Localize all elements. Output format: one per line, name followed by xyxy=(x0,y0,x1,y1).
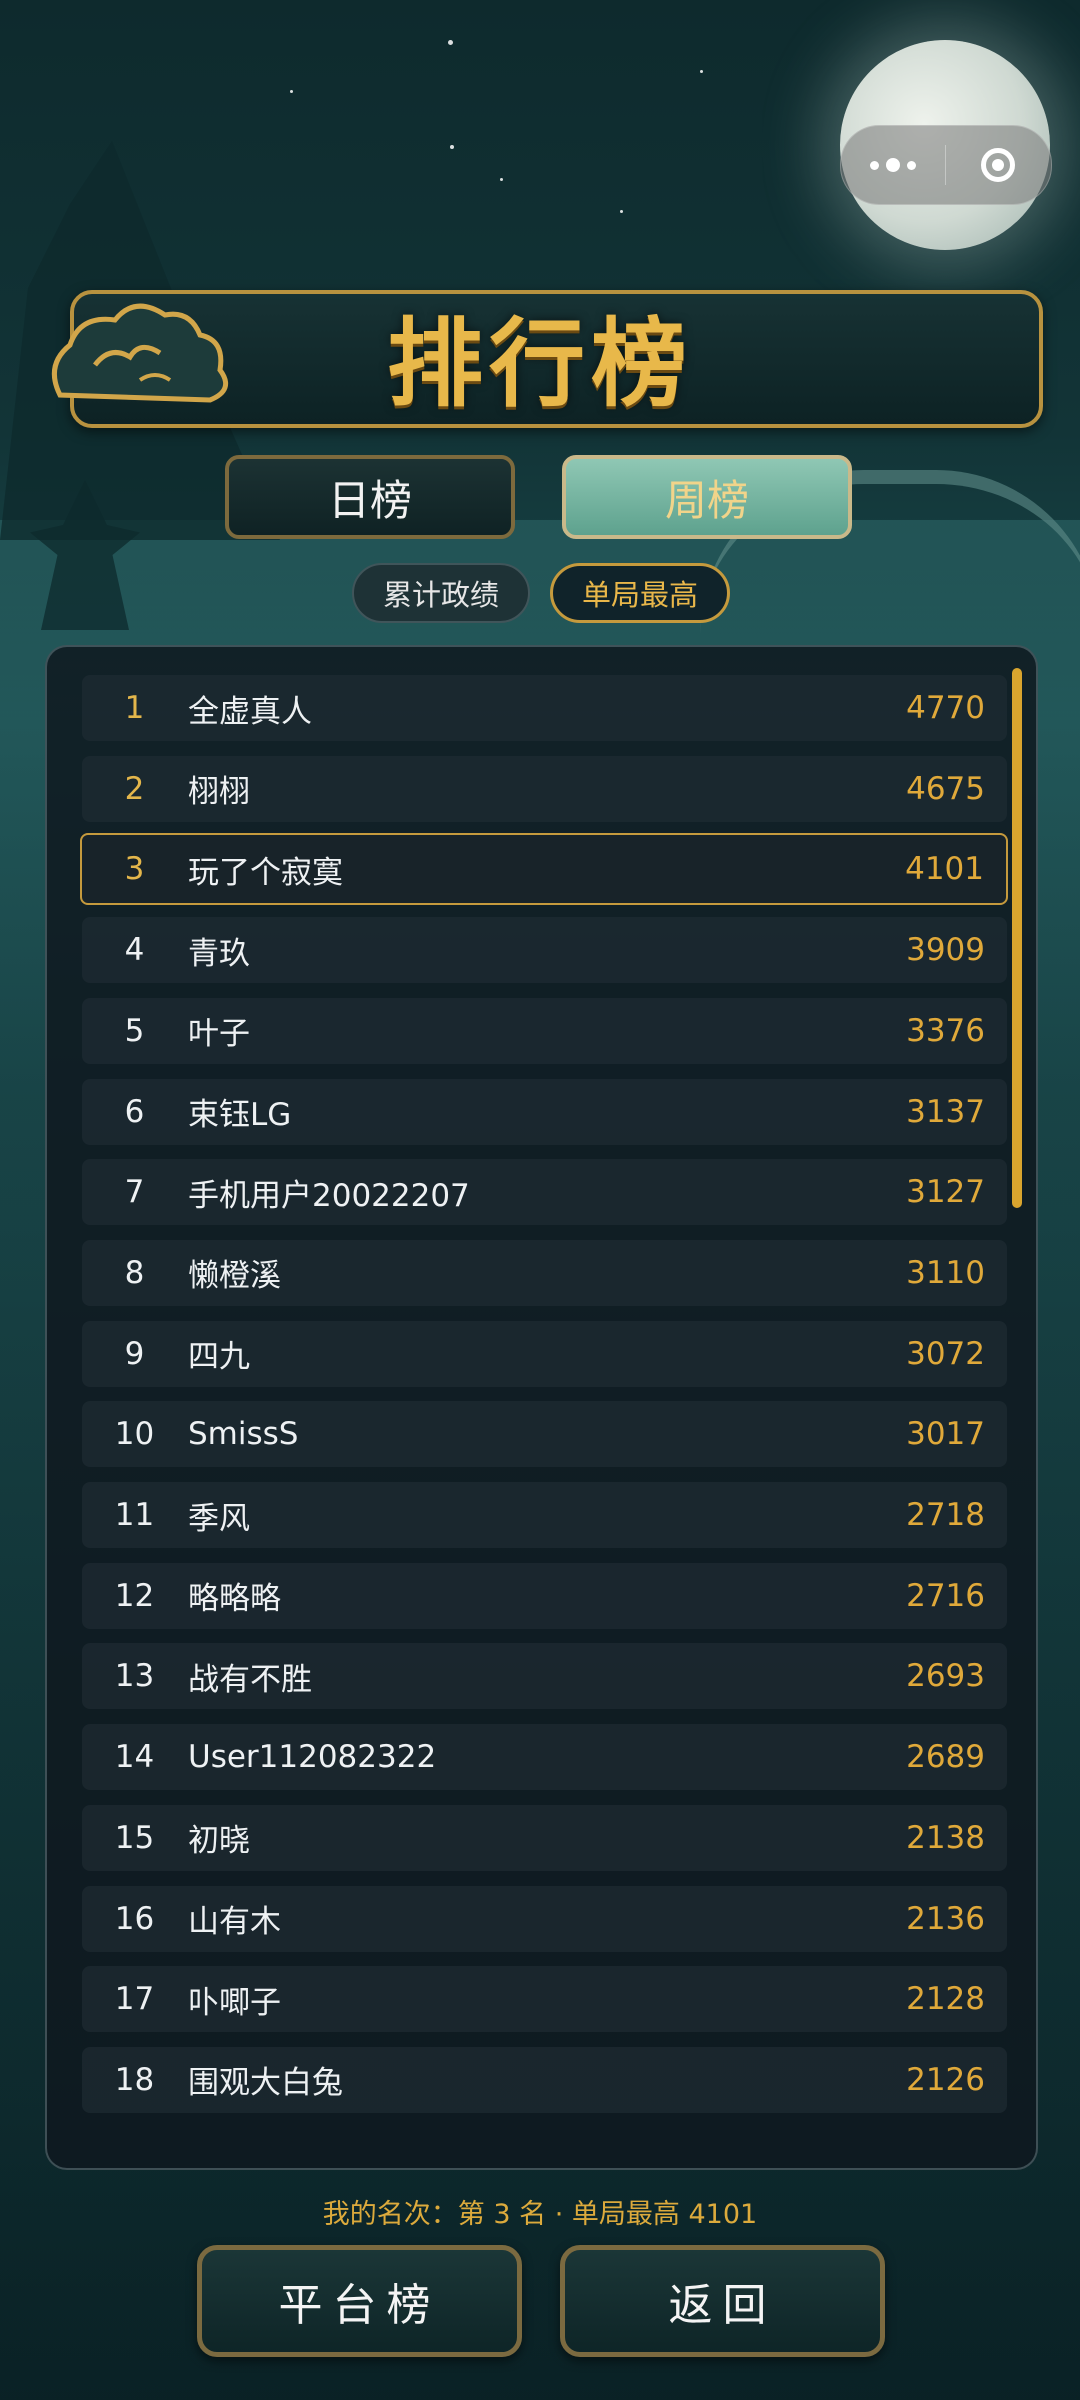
player-name: 懒橙溪 xyxy=(188,1258,281,1295)
player-name: 手机用户20022207 xyxy=(188,1177,470,1214)
player-score: 2718 xyxy=(906,1497,985,1533)
rank-number: 8 xyxy=(124,1254,145,1291)
player-score: 3072 xyxy=(906,1335,985,1372)
player-score: 4101 xyxy=(905,851,984,888)
filter-single-best[interactable]: 单局最高 xyxy=(550,563,730,623)
leaderboard-row[interactable]: 2 栩栩 4675 xyxy=(82,755,1007,822)
player-name: 栩栩 xyxy=(188,774,250,811)
rank-number: 7 xyxy=(124,1174,145,1211)
player-score: 2689 xyxy=(906,1739,985,1776)
leaderboard-row[interactable]: 18 围观大白兔 2126 xyxy=(82,2046,1007,2113)
tab-week[interactable]: 周榜 xyxy=(562,455,852,539)
more-dots-icon[interactable] xyxy=(841,158,945,172)
player-name: 玩了个寂寞 xyxy=(188,854,343,891)
player-name: 略略略 xyxy=(188,1581,281,1618)
player-name: 卟唧子 xyxy=(188,1984,281,2021)
leaderboard-row[interactable]: 14 User112082322 2689 xyxy=(82,1724,1007,1791)
player-name: 山有木 xyxy=(188,1904,281,1940)
leaderboard-row[interactable]: 5 叶子 3376 xyxy=(82,997,1007,1064)
leaderboard-row[interactable]: 13 战有不胜 2693 xyxy=(82,1643,1007,1710)
player-score: 2128 xyxy=(906,1981,985,2018)
leaderboard-row[interactable]: 12 略略略 2716 xyxy=(82,1562,1007,1629)
rank-number: 3 xyxy=(124,851,145,888)
rank-number: 9 xyxy=(124,1335,145,1372)
star xyxy=(448,40,453,45)
leaderboard-row[interactable]: 15 初晓 2138 xyxy=(82,1804,1007,1871)
rank-number: 17 xyxy=(114,1981,155,2018)
rank-number: 15 xyxy=(114,1819,155,1856)
rank-number: 18 xyxy=(114,2061,155,2098)
player-name: 叶子 xyxy=(188,1016,250,1053)
scrollbar[interactable] xyxy=(1012,668,1022,1208)
player-score: 2693 xyxy=(906,1658,985,1695)
player-score: 2136 xyxy=(906,1900,985,1937)
player-name: SmissS xyxy=(188,1416,299,1453)
player-score: 3909 xyxy=(906,932,985,969)
star xyxy=(620,210,623,213)
rank-number: 5 xyxy=(124,1012,145,1049)
leaderboard-row[interactable]: 3 玩了个寂寞 4101 xyxy=(80,833,1008,906)
player-name: 季风 xyxy=(188,1500,250,1537)
platform-leaderboard-button[interactable]: 平台榜 xyxy=(197,2245,522,2357)
leaderboard-row[interactable]: 1 全虚真人 4770 xyxy=(82,675,1007,741)
player-score: 2126 xyxy=(906,2061,985,2098)
player-name: 束钰LG xyxy=(188,1097,292,1133)
rank-number: 6 xyxy=(124,1093,145,1130)
player-name: 青玖 xyxy=(188,935,250,972)
filter-total-achievement[interactable]: 累计政绩 xyxy=(352,563,530,623)
target-icon[interactable] xyxy=(946,148,1050,182)
player-score: 3376 xyxy=(906,1012,985,1049)
player-score: 4675 xyxy=(906,770,985,807)
leaderboard-row[interactable]: 4 青玖 3909 xyxy=(82,917,1007,984)
rank-number: 10 xyxy=(114,1416,155,1453)
rank-number: 14 xyxy=(114,1739,155,1776)
leaderboard-row[interactable]: 8 懒橙溪 3110 xyxy=(82,1239,1007,1306)
rank-number: 12 xyxy=(114,1577,155,1614)
page-title: 排行榜 xyxy=(387,306,693,420)
miniprogram-capsule xyxy=(840,125,1052,205)
leaderboard-row[interactable]: 10 SmissS 3017 xyxy=(82,1401,1007,1468)
rank-number: 13 xyxy=(114,1658,155,1695)
star xyxy=(700,70,703,73)
my-rank-summary: 我的名次：第 3 名 · 单局最高 4101 xyxy=(322,2199,758,2230)
leaderboard-row[interactable]: 16 山有木 2136 xyxy=(82,1885,1007,1952)
leaderboard-row[interactable]: 9 四九 3072 xyxy=(82,1320,1007,1387)
player-name: User112082322 xyxy=(188,1739,437,1776)
back-button[interactable]: 返回 xyxy=(560,2245,885,2357)
player-score: 3110 xyxy=(906,1254,985,1291)
player-score: 2138 xyxy=(906,1819,985,1856)
rank-number: 2 xyxy=(124,770,145,807)
player-name: 围观大白兔 xyxy=(188,2065,343,2102)
star xyxy=(500,178,503,181)
rank-number: 11 xyxy=(114,1497,155,1533)
rank-number: 16 xyxy=(114,1900,155,1937)
player-name: 战有不胜 xyxy=(188,1661,312,1698)
star xyxy=(290,90,293,93)
star xyxy=(450,145,454,149)
player-score: 2716 xyxy=(906,1577,985,1614)
tab-day[interactable]: 日榜 xyxy=(225,455,515,539)
player-name: 全虚真人 xyxy=(188,693,312,730)
player-score: 3137 xyxy=(906,1093,985,1130)
leaderboard-row[interactable]: 7 手机用户20022207 3127 xyxy=(82,1159,1007,1226)
leaderboard-row[interactable]: 17 卟唧子 2128 xyxy=(82,1966,1007,2033)
player-score: 3127 xyxy=(906,1174,985,1211)
leaderboard-row[interactable]: 6 束钰LG 3137 xyxy=(82,1078,1007,1145)
player-score: 3017 xyxy=(906,1416,985,1453)
player-score: 4770 xyxy=(906,690,985,726)
rank-number: 1 xyxy=(124,690,145,726)
player-name: 初晓 xyxy=(188,1823,250,1860)
leaderboard-row[interactable]: 11 季风 2718 xyxy=(82,1482,1007,1548)
rank-number: 4 xyxy=(124,932,145,969)
player-name: 四九 xyxy=(188,1339,250,1376)
